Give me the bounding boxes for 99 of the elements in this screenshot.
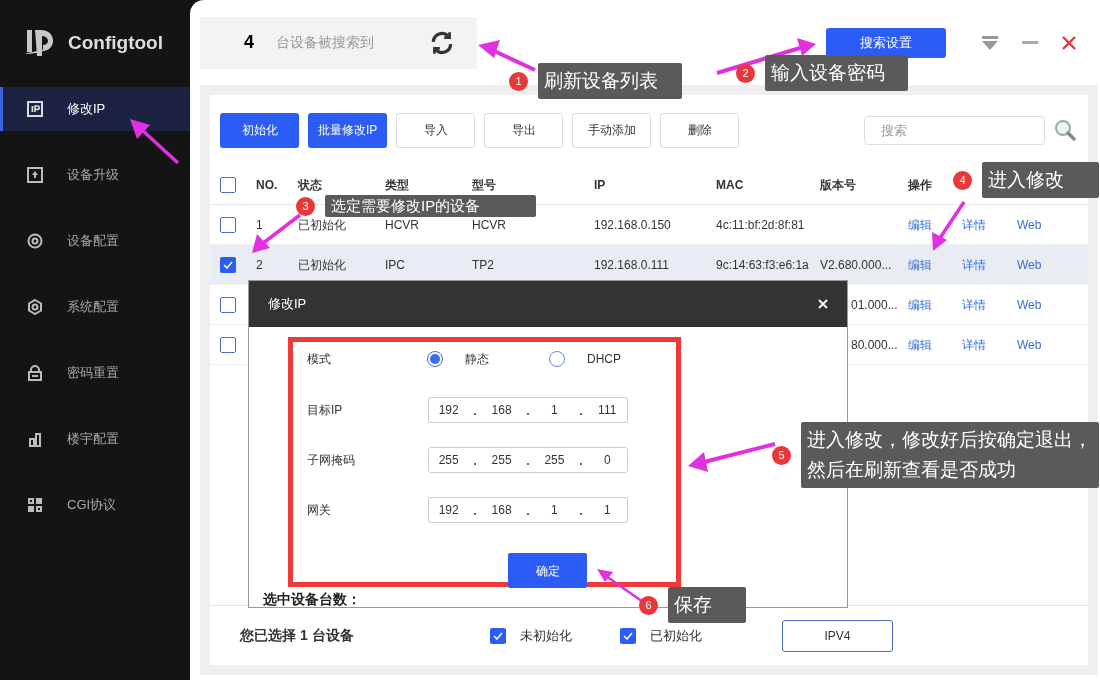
- table-cell: 01.000...: [851, 297, 898, 312]
- app-logo-text: Configtool: [68, 31, 163, 56]
- sidebar-item[interactable]: 系统配置: [0, 285, 190, 329]
- check-icon: [223, 260, 233, 269]
- action-link[interactable]: 详情: [962, 295, 1017, 314]
- search-icon[interactable]: [1054, 119, 1076, 141]
- radio-label: DHCP: [587, 351, 621, 368]
- table-cell: 192.168.0.111: [594, 257, 669, 272]
- annotation-arrow: [478, 40, 536, 72]
- column-header: 状态: [298, 176, 322, 194]
- callout-label: 进入修改，修改好后按确定退出，然后在刷新查看是否成功: [801, 422, 1099, 488]
- table-cell: 192.168.0.150: [594, 217, 671, 232]
- filter-icon[interactable]: [982, 35, 998, 50]
- check-icon: [493, 631, 503, 640]
- sidebar-item[interactable]: 密码重置: [0, 351, 190, 395]
- action-link[interactable]: 编辑: [908, 215, 962, 234]
- table-cell: 1: [256, 217, 263, 232]
- column-header: 版本号: [820, 176, 856, 194]
- action-link[interactable]: Web: [1017, 215, 1088, 234]
- field-label: 目标IP: [307, 402, 344, 419]
- toolbar-button[interactable]: 导出: [484, 112, 564, 148]
- search-settings-button[interactable]: 搜索设置: [826, 27, 946, 58]
- ip-address-field[interactable]: 192 168 1 111: [428, 397, 628, 423]
- table-cell: V2.680.000...: [820, 257, 892, 272]
- sidebar-item[interactable]: 修改IP: [0, 87, 190, 131]
- checkbox[interactable]: [490, 627, 506, 644]
- selection-summary: 您已选择 1 台设备: [240, 626, 355, 645]
- table-cell: 2: [256, 257, 263, 272]
- action-link[interactable]: Web: [1017, 335, 1088, 354]
- sidebar-item[interactable]: CGI协议: [0, 483, 190, 527]
- refresh-icon[interactable]: [429, 29, 455, 56]
- column-header: 操作: [908, 176, 932, 194]
- field-label: 网关: [307, 502, 332, 519]
- sidebar-item[interactable]: 楼宇配置: [0, 417, 190, 461]
- select-all-checkbox[interactable]: [220, 176, 236, 193]
- grid-icon: [27, 497, 43, 513]
- callout-label: 选定需要修改IP的设备: [325, 195, 536, 217]
- toolbar-button[interactable]: 导入: [396, 112, 476, 148]
- confirm-button[interactable]: 确定: [508, 553, 587, 588]
- action-link[interactable]: 编辑: [908, 295, 962, 314]
- toolbar-button[interactable]: 初始化: [220, 112, 299, 148]
- device-count: 4: [244, 31, 255, 54]
- filter-label: 已初始化: [650, 626, 702, 645]
- action-link[interactable]: Web: [1017, 255, 1088, 274]
- action-link[interactable]: 编辑: [908, 335, 962, 354]
- column-header: IP: [594, 176, 606, 194]
- sidebar-item[interactable]: 设备升级: [0, 153, 190, 197]
- table-cell: TP2: [472, 257, 494, 272]
- table-cell: HCVR: [472, 217, 506, 232]
- annotation-arrow: [130, 119, 180, 165]
- table-cell: HCVR: [385, 217, 419, 232]
- sidebar-item[interactable]: 设备配置: [0, 219, 190, 263]
- lock-icon: [27, 365, 43, 381]
- checkbox[interactable]: [220, 296, 236, 313]
- column-header: NO.: [256, 176, 278, 194]
- table-cell: 80.000...: [851, 337, 898, 352]
- column-header: MAC: [716, 176, 744, 194]
- checkbox[interactable]: [620, 627, 636, 644]
- table-cell: 4c:11:bf:2d:8f:81: [716, 217, 805, 232]
- callout-label: 刷新设备列表: [538, 63, 682, 99]
- filter-label: 未初始化: [520, 626, 572, 645]
- ip-address-field[interactable]: 192 168 1 1: [428, 497, 628, 523]
- dialog-title: 修改IP: [268, 295, 308, 314]
- action-link[interactable]: 详情: [962, 215, 1017, 234]
- action-link[interactable]: 编辑: [908, 255, 962, 274]
- callout-label: 保存: [668, 587, 746, 623]
- checkbox[interactable]: [220, 336, 236, 353]
- hexagon-icon: [27, 299, 43, 315]
- mode-label: 模式: [307, 351, 332, 368]
- toolbar-button[interactable]: 批量修改IP: [308, 112, 388, 148]
- annotation-arrow: [597, 569, 644, 604]
- action-link[interactable]: 详情: [962, 335, 1017, 354]
- ip-icon: [27, 101, 43, 117]
- action-link[interactable]: Web: [1017, 295, 1088, 314]
- toolbar-button[interactable]: 手动添加: [572, 112, 652, 148]
- selected-count-label: 选中设备台数：: [263, 590, 361, 609]
- checkbox[interactable]: [220, 216, 236, 233]
- check-icon: [623, 631, 633, 640]
- table-cell: 已初始化: [298, 257, 346, 272]
- callout-label: 输入设备密码: [765, 55, 908, 91]
- checkbox[interactable]: [220, 256, 236, 273]
- column-header: 类型: [385, 176, 409, 194]
- column-header: 型号: [472, 176, 496, 194]
- callout-label: 进入修改: [982, 162, 1099, 198]
- table-cell: 已初始化: [298, 217, 346, 232]
- table-cell: IPC: [385, 257, 405, 272]
- action-link[interactable]: 详情: [962, 255, 1017, 274]
- table-cell: 9c:14:63:f3:e6:1a: [716, 257, 809, 272]
- upload-icon: [27, 167, 43, 183]
- field-label: 子网掩码: [307, 452, 356, 469]
- radio-label: 静态: [465, 351, 489, 368]
- ipv4-button[interactable]: IPV4: [782, 619, 893, 652]
- toolbar-button[interactable]: 删除: [660, 112, 740, 148]
- ip-address-field[interactable]: 255 255 255 0: [428, 447, 628, 473]
- device-count-label: 台设备被搜索到: [276, 33, 375, 52]
- table-row[interactable]: 2 已初始化 IPC TP2 192.168.0.111 9c:14:63:f3:e6:1a V2.680.000... 编辑 详情 Web: [210, 245, 1088, 285]
- search-field[interactable]: 搜索: [864, 115, 1045, 145]
- bar-chart-icon: [27, 431, 43, 447]
- target-icon: [27, 233, 43, 249]
